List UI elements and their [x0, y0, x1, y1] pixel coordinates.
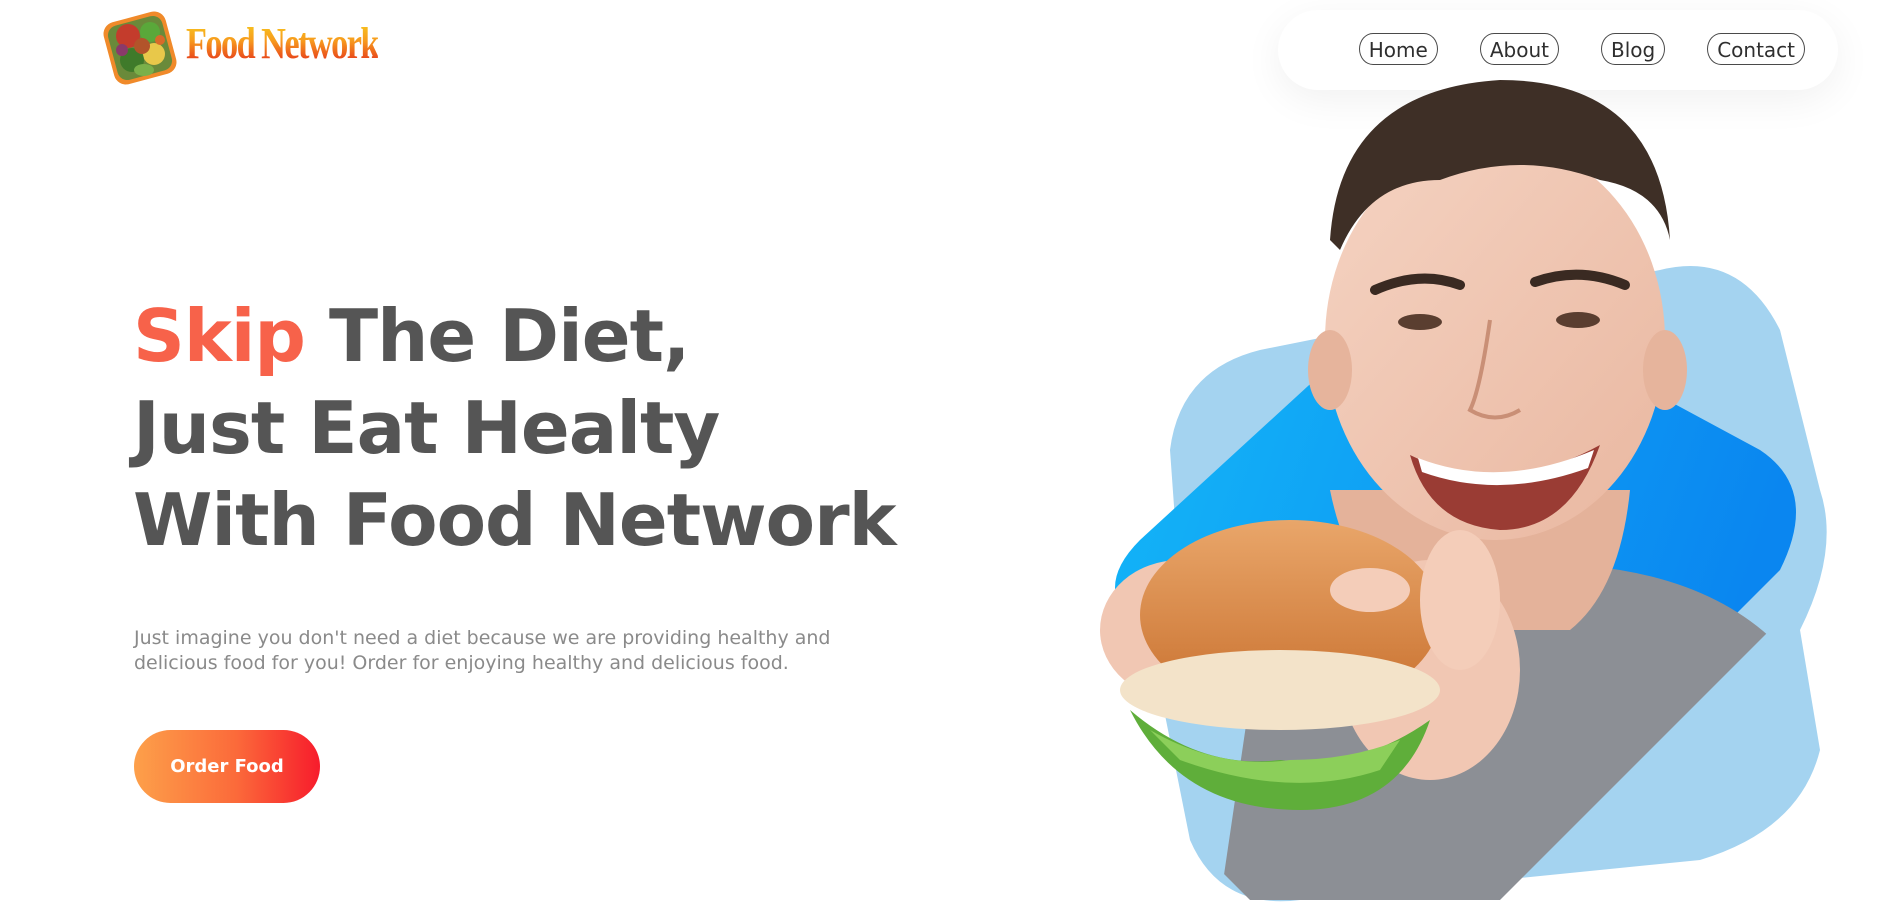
hero-headline: Skip The Diet, Just Eat Healty With Food…: [133, 290, 897, 566]
headline-line-3: With Food Network: [133, 478, 897, 562]
burger: [1120, 520, 1440, 810]
man-eating-burger-photo: [1100, 70, 1860, 902]
landing-page: Food Network Home About Blog Contact Ski…: [0, 0, 1898, 902]
order-food-button[interactable]: Order Food: [134, 730, 320, 803]
hero-tagline: Just imagine you don't need a diet becau…: [134, 627, 831, 674]
nav-home-link[interactable]: Home: [1358, 33, 1438, 65]
vegetable-basket-icon: [98, 6, 182, 90]
nav-blog-link[interactable]: Blog: [1600, 33, 1666, 65]
main-nav: Home About Blog Contact: [1358, 33, 1805, 65]
headline-line-2: Just Eat Healty: [133, 386, 720, 470]
brand-name: Food Network: [186, 18, 380, 68]
headline-line-1-rest: The Diet,: [304, 294, 690, 378]
headline-accent-word: Skip: [133, 294, 306, 378]
nav-about-link[interactable]: About: [1479, 33, 1559, 65]
headline-line-1: Skip The Diet,: [133, 290, 896, 382]
nav-contact-link[interactable]: Contact: [1707, 33, 1805, 65]
brand-logo[interactable]: Food Network: [98, 4, 432, 92]
